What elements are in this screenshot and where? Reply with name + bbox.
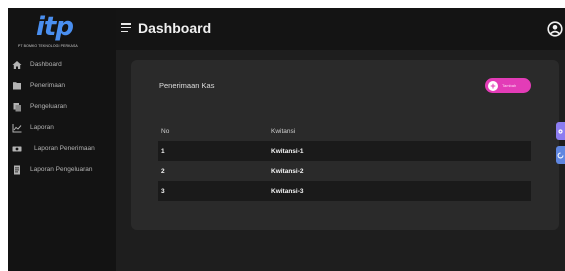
sidebar-item-laporan[interactable]: Laporan [8, 117, 116, 138]
sidebar-item-dashboard[interactable]: Dashboard [8, 54, 116, 75]
table-row[interactable]: 1 Kwitansi-1 [158, 141, 531, 161]
logo-subtitle: PT BOMKO TEKNOLOGI PERKASA [18, 44, 78, 48]
hamburger-icon[interactable] [121, 23, 131, 33]
table-header: No Kwitansi [158, 121, 531, 141]
kwitansi-table: No Kwitansi 1 Kwitansi-1 2 Kwitansi-2 3 … [158, 121, 531, 201]
row-kwitansi: Kwitansi-2 [271, 167, 304, 175]
money-icon [12, 144, 22, 154]
sidebar-nav: Dashboard Penerimaan Pengeluaran Laporan [8, 54, 116, 180]
sidebar-item-label: Pengeluaran [30, 103, 67, 110]
chat-icon [557, 146, 564, 164]
logo-text: itp [36, 12, 74, 42]
table-row[interactable]: 2 Kwitansi-2 [158, 161, 531, 181]
chat-side-tab[interactable] [556, 146, 565, 164]
penerimaan-kas-card: Penerimaan Kas + Tambah No Kwitansi 1 Kw… [131, 60, 559, 230]
sidebar: itp PT BOMKO TEKNOLOGI PERKASA Dashboard… [8, 8, 116, 271]
plus-icon: + [488, 80, 498, 91]
sidebar-item-label: Laporan [30, 124, 54, 131]
sidebar-item-label: Penerimaan [30, 82, 66, 89]
row-kwitansi: Kwitansi-1 [271, 147, 304, 155]
column-header-no: No [161, 127, 170, 135]
home-icon [12, 60, 22, 70]
folder-icon [12, 81, 22, 91]
settings-side-tab[interactable] [556, 122, 565, 140]
sidebar-item-label: Laporan Pengeluaran [30, 166, 93, 173]
sidebar-item-label: Laporan Penerimaan [34, 145, 95, 152]
top-bar: Dashboard [116, 8, 565, 50]
add-button[interactable]: + Tambah [485, 78, 531, 93]
sidebar-item-laporan-pengeluaran[interactable]: Laporan Pengeluaran [8, 159, 116, 180]
add-button-label: Tambah [502, 83, 517, 88]
row-no: 1 [161, 147, 165, 155]
app-window: itp PT BOMKO TEKNOLOGI PERKASA Dashboard… [8, 8, 565, 271]
sidebar-item-laporan-penerimaan[interactable]: Laporan Penerimaan [8, 138, 116, 159]
row-no: 3 [161, 187, 165, 195]
row-kwitansi: Kwitansi-3 [271, 187, 304, 195]
document-icon [12, 165, 22, 175]
brand-logo[interactable]: itp PT BOMKO TEKNOLOGI PERKASA [18, 12, 108, 54]
card-title: Penerimaan Kas [159, 81, 215, 90]
gear-icon [557, 122, 564, 140]
chart-icon [12, 123, 22, 133]
user-icon[interactable] [547, 21, 563, 37]
row-no: 2 [161, 167, 165, 175]
page-title: Dashboard [138, 20, 212, 36]
sidebar-item-penerimaan[interactable]: Penerimaan [8, 75, 116, 96]
sidebar-item-label: Dashboard [30, 61, 62, 68]
column-header-kwitansi: Kwitansi [271, 127, 296, 135]
copy-icon [12, 102, 22, 112]
sidebar-item-pengeluaran[interactable]: Pengeluaran [8, 96, 116, 117]
table-row[interactable]: 3 Kwitansi-3 [158, 181, 531, 201]
